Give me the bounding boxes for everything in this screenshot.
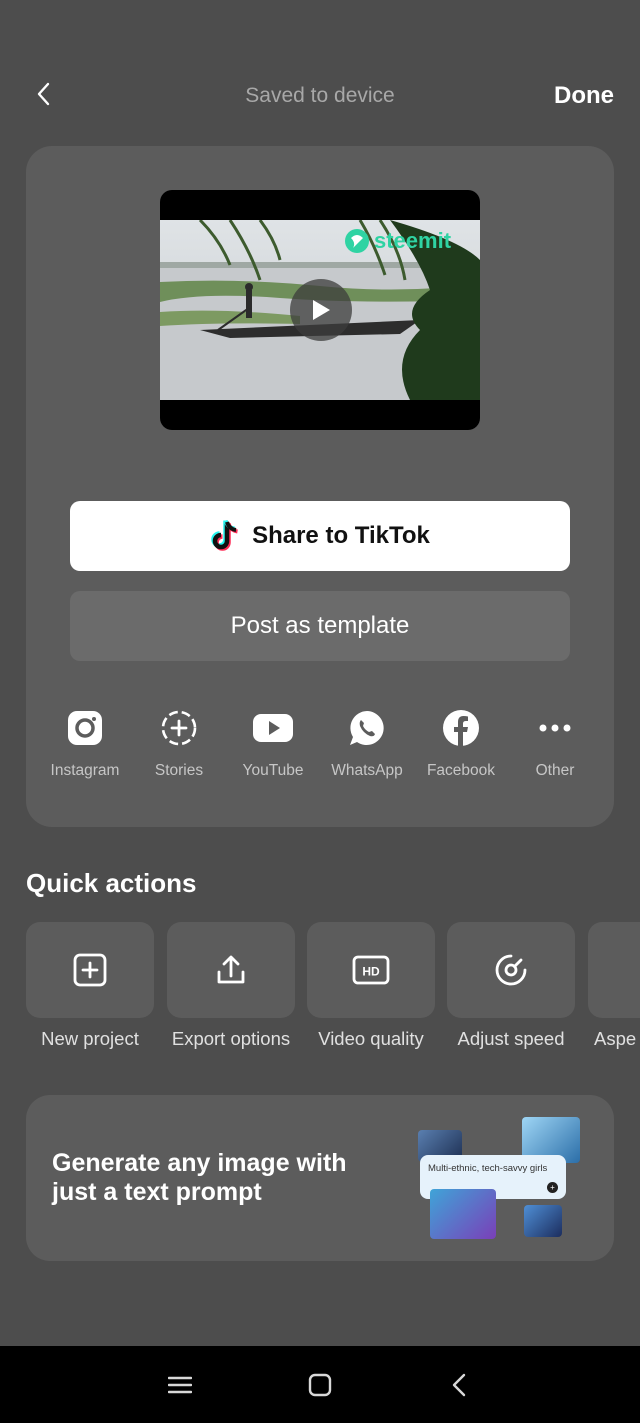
quick-action-label: Adjust speed: [457, 1028, 565, 1049]
quick-action-new-project[interactable]: New project: [26, 922, 154, 1050]
quick-action-label: Export options: [171, 1028, 291, 1049]
post-as-template-label: Post as template: [230, 612, 410, 639]
video-preview[interactable]: steemit: [160, 190, 480, 430]
quick-action-aspect[interactable]: Aspe: [588, 922, 640, 1050]
tiktok-icon: [211, 519, 238, 551]
done-button[interactable]: Done: [554, 82, 614, 110]
share-label: WhatsApp: [331, 762, 403, 779]
facebook-icon: [443, 710, 479, 746]
whatsapp-icon: [350, 711, 384, 745]
share-label: YouTube: [242, 762, 304, 779]
share-targets: Instagram Stories YouTube WhatsApp Faceb…: [38, 708, 602, 788]
share-label: Instagram: [50, 762, 120, 779]
share-card: steemit Share to TikTok Post as template…: [26, 146, 614, 827]
share-whatsapp[interactable]: WhatsApp: [320, 708, 414, 788]
home-button[interactable]: [302, 1368, 338, 1402]
menu-button[interactable]: [162, 1368, 198, 1402]
share-other[interactable]: Other: [508, 708, 602, 788]
quick-actions-row: New project Export options HD Video qual…: [26, 922, 640, 1052]
export-icon: [217, 955, 245, 984]
share-label: Facebook: [426, 762, 496, 779]
share-to-tiktok-button[interactable]: Share to TikTok: [70, 501, 570, 571]
stories-icon: [161, 710, 197, 746]
prompt-text: Multi-ethnic, tech-savvy girls: [428, 1163, 548, 1174]
hd-icon: HD: [352, 955, 390, 985]
quick-action-label: Aspe: [594, 1028, 637, 1049]
aspect-icon: [588, 922, 640, 1018]
page-title: Saved to device: [245, 84, 395, 107]
quick-action-export-options[interactable]: Export options: [167, 922, 295, 1050]
steemit-logo-icon: [345, 229, 369, 253]
play-icon: [313, 300, 330, 320]
youtube-icon: [253, 714, 293, 742]
quick-action-adjust-speed[interactable]: Adjust speed: [447, 922, 575, 1050]
quick-actions-title: Quick actions: [26, 868, 197, 898]
quick-action-video-quality[interactable]: HD Video quality: [307, 922, 435, 1050]
home-icon: [308, 1373, 332, 1397]
share-label: Other: [535, 762, 575, 779]
top-bar: Saved to device Done: [0, 0, 640, 140]
speed-icon: [495, 954, 527, 986]
chevron-left-icon: [452, 1373, 466, 1397]
back-nav-button[interactable]: [441, 1368, 477, 1402]
instagram-icon: [68, 711, 102, 745]
share-facebook[interactable]: Facebook: [414, 708, 508, 788]
sample-image: [524, 1205, 562, 1237]
post-as-template-button[interactable]: Post as template: [70, 591, 570, 661]
system-nav-bar: [0, 1346, 640, 1423]
watermark-text: steemit: [374, 228, 452, 253]
ai-image-promo-card[interactable]: Generate any image with just a text prom…: [26, 1095, 614, 1261]
sample-image: [430, 1189, 496, 1239]
add-square-icon: [73, 953, 107, 987]
plus-icon: +: [547, 1182, 558, 1193]
svg-text:HD: HD: [362, 965, 380, 979]
quick-action-label: New project: [41, 1028, 139, 1049]
more-icon: [539, 724, 571, 732]
share-youtube[interactable]: YouTube: [226, 708, 320, 788]
menu-icon: [168, 1376, 192, 1394]
share-stories[interactable]: Stories: [132, 708, 226, 788]
share-instagram[interactable]: Instagram: [38, 708, 132, 788]
promo-illustration: Multi-ethnic, tech-savvy girls +: [416, 1115, 586, 1243]
share-label: Stories: [154, 762, 204, 779]
promo-text: Generate any image with just a text prom…: [52, 1149, 347, 1206]
watermark: steemit: [344, 228, 451, 254]
play-button[interactable]: [290, 279, 352, 341]
quick-action-label: Video quality: [318, 1028, 424, 1049]
share-to-tiktok-label: Share to TikTok: [252, 522, 430, 549]
